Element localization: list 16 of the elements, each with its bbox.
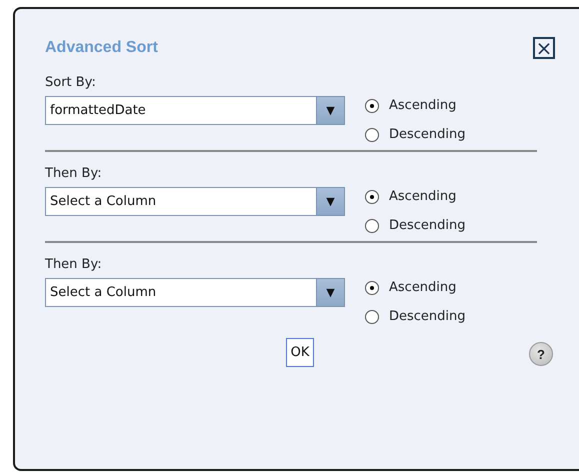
field-label: Then By: [45, 166, 103, 181]
order-radio[interactable]: Descending [365, 218, 466, 233]
column-dropdown[interactable]: Select a Column ▼ [45, 278, 345, 307]
order-radio[interactable]: Descending [365, 309, 466, 324]
dialog-title: Advanced Sort [45, 39, 158, 57]
order-radio[interactable]: Descending [365, 127, 466, 142]
close-button[interactable]: × [533, 37, 555, 59]
help-button[interactable]: ? [529, 342, 553, 366]
column-dropdown[interactable]: formattedDate ▼ [45, 96, 345, 125]
order-radio[interactable]: Ascending [365, 98, 466, 113]
ok-button[interactable]: OK [286, 338, 314, 367]
field-label: Sort By: [45, 75, 97, 90]
field-label: Then By: [45, 257, 103, 272]
order-radio[interactable]: Ascending [365, 280, 466, 295]
order-radio[interactable]: Ascending [365, 189, 466, 204]
column-dropdown[interactable]: Select a Column ▼ [45, 187, 345, 216]
